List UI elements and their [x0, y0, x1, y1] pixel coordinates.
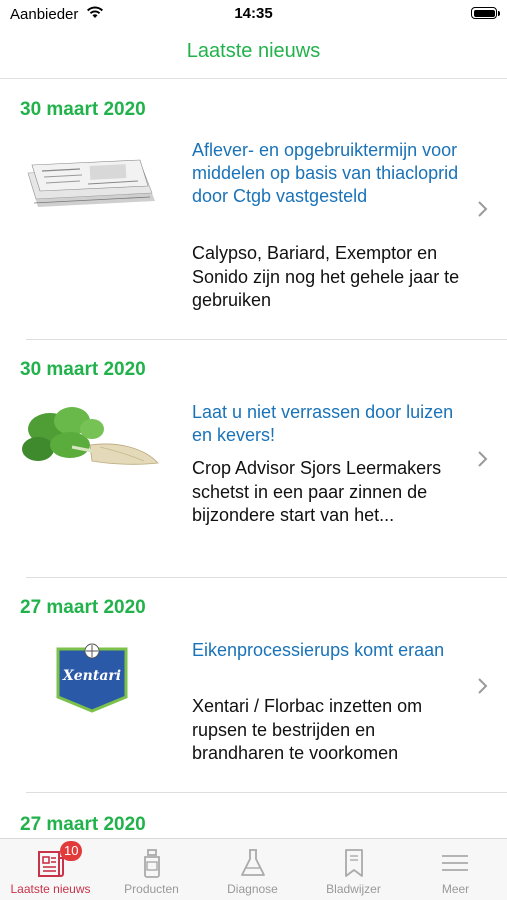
chevron-right-icon [478, 201, 488, 217]
separator [26, 577, 507, 578]
chevron-right-icon [478, 678, 488, 694]
battery-icon [471, 7, 500, 19]
logo-text: Xentari [62, 668, 122, 684]
tab-label: Laatste nieuws [10, 882, 91, 896]
news-headline[interactable]: Laat u niet verrassen door luizen en kev… [192, 401, 472, 447]
clock: 14:35 [234, 5, 273, 22]
news-summary: Calypso, Bariard, Exemptor en Sonido zij… [192, 243, 460, 310]
flask-icon [241, 849, 265, 876]
xentari-logo-image: Xentari [56, 641, 128, 713]
tab-latest-news[interactable]: 10 Laatste nieuws [0, 839, 101, 900]
separator [26, 339, 507, 340]
news-date: 30 maart 2020 [20, 99, 146, 120]
tab-label: Meer [441, 882, 470, 896]
tab-label: Bladwijzer [326, 882, 381, 896]
chevron-right-icon [478, 451, 488, 467]
news-headline[interactable]: Eikenprocessierups komt eraan [192, 639, 472, 662]
menu-icon [442, 855, 468, 871]
news-feed[interactable]: 30 maart 2020 Aflever- en opgebruiktermi… [0, 79, 507, 839]
bookmark-icon [345, 849, 363, 877]
news-item[interactable]: 27 maart 2020 Xentari Eikenprocessierups… [0, 579, 507, 794]
status-bar: Aanbieder 14:35 [0, 0, 507, 28]
news-summary: Crop Advisor Sjors Leermakers schetst in… [192, 458, 442, 525]
tab-bookmarks[interactable]: Bladwijzer [303, 839, 404, 900]
tab-label: Producten [124, 882, 179, 896]
sugar-beet-image [22, 407, 159, 465]
bottle-icon [144, 849, 160, 878]
separator [26, 792, 507, 793]
tab-diagnosis[interactable]: Diagnose [202, 839, 303, 900]
unread-badge: 10 [60, 841, 83, 861]
news-date: 27 maart 2020 [20, 597, 146, 618]
newspapers-image [27, 159, 155, 207]
tab-products[interactable]: Producten [101, 839, 202, 900]
news-date: 30 maart 2020 [20, 359, 146, 380]
news-headline[interactable]: Aflever- en opgebruiktermijn voor middel… [192, 139, 472, 208]
nav-bar: Laatste nieuws [0, 28, 507, 79]
news-item[interactable]: 30 maart 2020 Laat u niet verrassen door… [0, 341, 507, 579]
tab-label: Diagnose [227, 882, 278, 896]
news-date: 27 maart 2020 [20, 814, 146, 835]
page-title: Laatste nieuws [186, 40, 321, 62]
tab-bar: 10 Laatste nieuws Producten Diagnose Bla… [0, 838, 507, 900]
news-item[interactable]: 27 maart 2020 [0, 794, 507, 839]
tab-more[interactable]: Meer [404, 839, 507, 900]
news-item[interactable]: 30 maart 2020 Aflever- en opgebruiktermi… [0, 79, 507, 341]
news-summary: Xentari / Florbac inzetten om rupsen te … [192, 696, 423, 763]
